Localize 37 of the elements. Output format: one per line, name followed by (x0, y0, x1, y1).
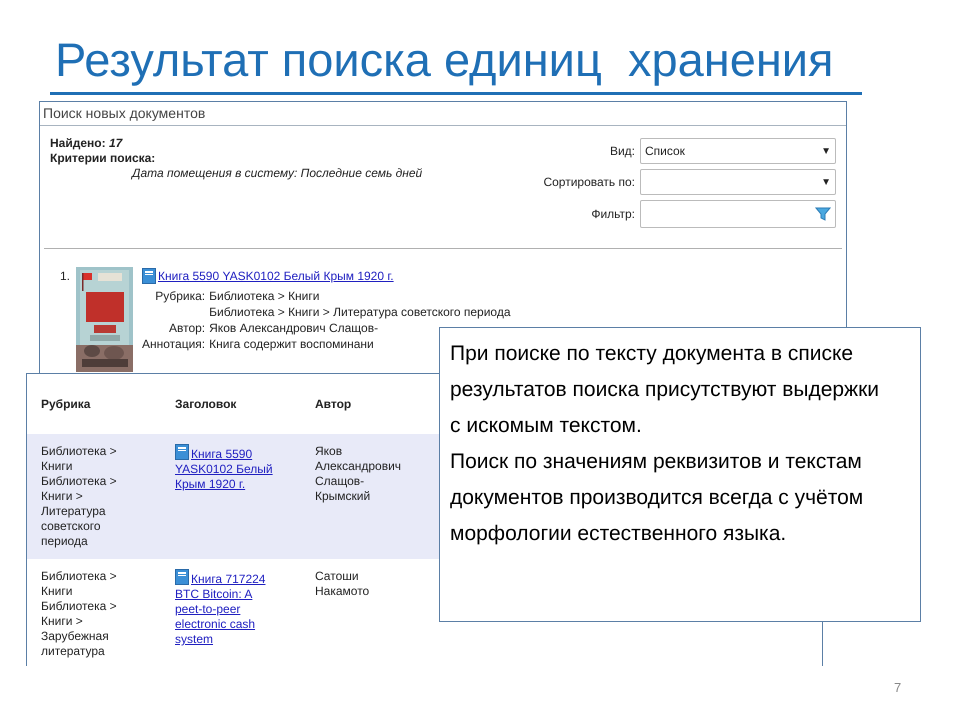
column-header: Рубрика (41, 396, 90, 413)
field-label: Автор: (168, 320, 206, 336)
table-cell-text: Библиотека > Книги Библиотека > Книги > Зарубежная литература (41, 569, 118, 659)
filter-field[interactable] (640, 200, 836, 228)
found-label: Найдено: (50, 136, 106, 150)
select-field[interactable]: ▼ (640, 169, 836, 195)
callout-text: При поиске по тексту документа в списке результатов поиска присутствуют выдержки с искомым текстом. (450, 341, 880, 439)
found-count: 17 (108, 136, 122, 150)
callout-text: Поиск по значениям реквизитов и текстам документов производится всегда с учётом морфологии естественного языка. (450, 449, 864, 547)
funnel-icon (815, 206, 831, 222)
field-label: Аннотация: (142, 336, 206, 352)
document-link[interactable]: Книга 5590 YASK0102 Белый Крым 1920 г. (175, 444, 280, 492)
column-header: Заголовок (175, 396, 236, 413)
result-number: 1. (60, 268, 70, 285)
field-value: Яков Александрович Слащов- (209, 320, 378, 336)
column-header: Автор (315, 396, 352, 413)
window-title: Поиск новых документов (40, 102, 846, 126)
select-field[interactable]: Список ▼ (640, 138, 836, 164)
field-value: Библиотека > Книги (209, 288, 320, 304)
field-label: Сортировать по: (543, 174, 635, 191)
table-cell-text: Сатоши Накамото (315, 569, 370, 599)
document-icon (175, 444, 189, 460)
document-icon (142, 268, 156, 284)
document-link[interactable]: Книга 717224 BTC Bitcoin: A peet-to-peer electronic cash system (175, 569, 280, 647)
field-label: Вид: (610, 143, 635, 160)
criteria-label: Критерии поиска: (50, 151, 156, 166)
field-label: Фильтр: (591, 206, 635, 223)
field-value: Библиотека > Книги > Литература советского периода (209, 304, 511, 320)
slide-title: Результат поиска единиц хранения (55, 32, 834, 88)
document-link[interactable]: Книга 5590 YASK0102 Белый Крым 1920 г. (158, 267, 394, 285)
field-value: Книга содержит воспоминани (209, 336, 374, 352)
document-icon (175, 569, 189, 585)
criteria-value: Дата помещения в систему: Последние семь дней (130, 166, 422, 181)
field-label: Рубрика: (154, 288, 206, 305)
table-cell-text: Библиотека > Книги Библиотека > Книги > Литература советского периода (41, 444, 118, 549)
table-cell-text: Яков Александрович Слащов-Крымский (315, 444, 402, 504)
page-number: 7 (894, 679, 902, 697)
